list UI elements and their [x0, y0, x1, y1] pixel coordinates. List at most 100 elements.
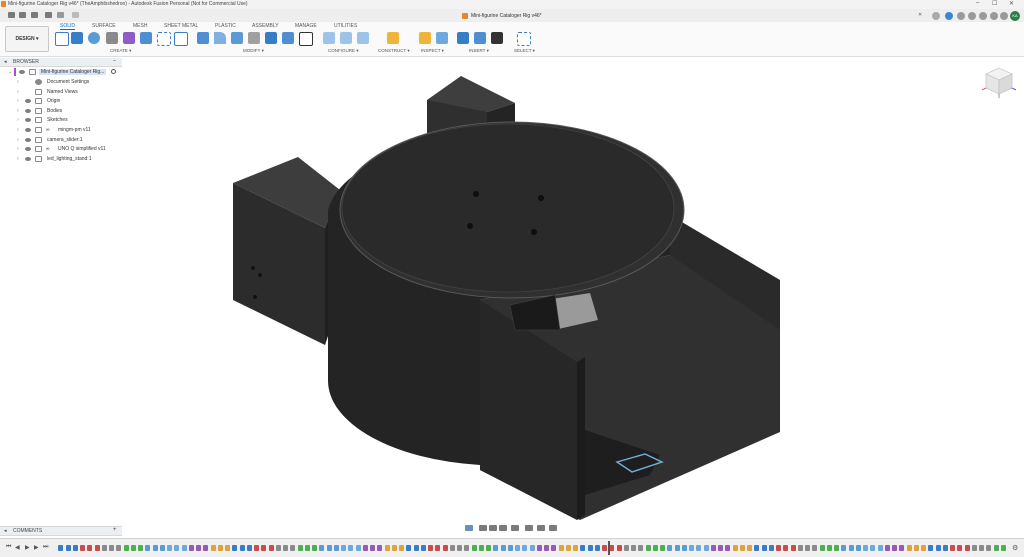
timeline-feature-icon[interactable]: [145, 545, 150, 551]
form-icon[interactable]: [123, 32, 135, 44]
timeline-feature-icon[interactable]: [682, 545, 687, 551]
timeline-feature-icon[interactable]: [472, 545, 477, 551]
timeline-feature-icon[interactable]: [936, 545, 941, 551]
chevron-right-icon[interactable]: ›: [17, 146, 19, 152]
scale-icon[interactable]: [282, 32, 294, 44]
inspect-group-label[interactable]: INSPECT ▾: [421, 48, 444, 54]
timeline-feature-icon[interactable]: [305, 545, 310, 551]
timeline-feature-icon[interactable]: [660, 545, 665, 551]
timeline-feature-icon[interactable]: [530, 545, 535, 551]
bell-icon[interactable]: [1000, 12, 1008, 20]
timeline-feature-icon[interactable]: [950, 545, 955, 551]
model-viewport[interactable]: [122, 56, 1024, 524]
timeline-feature-icon[interactable]: [762, 545, 767, 551]
timeline-feature-icon[interactable]: [290, 545, 295, 551]
user-avatar[interactable]: KA: [1010, 11, 1020, 21]
eye-icon[interactable]: [25, 108, 31, 113]
timeline-feature-icon[interactable]: [653, 545, 658, 551]
select-group-label[interactable]: SELECT ▾: [514, 48, 535, 54]
browser-menu-icon[interactable]: –: [113, 58, 116, 64]
timeline-feature-icon[interactable]: [994, 545, 999, 551]
browser-root-row[interactable]: ⌄ Mini-figurine Cataloger Rig...: [0, 68, 122, 77]
fit-icon[interactable]: [511, 525, 519, 531]
construct-group-label[interactable]: CONSTRUCT ▾: [378, 48, 410, 54]
timeline-feature-icon[interactable]: [704, 545, 709, 551]
timeline-feature-icon[interactable]: [131, 545, 136, 551]
timeline-feature-icon[interactable]: [232, 545, 237, 551]
timeline-feature-icon[interactable]: [508, 545, 513, 551]
revolve-icon[interactable]: [88, 32, 100, 44]
timeline-feature-icon[interactable]: [254, 545, 259, 551]
timeline-feature-icon[interactable]: [588, 545, 593, 551]
file-menu-icon[interactable]: [31, 12, 38, 18]
timeline-feature-icon[interactable]: [225, 545, 230, 551]
timeline-feature-icon[interactable]: [450, 545, 455, 551]
timeline-feature-icon[interactable]: [747, 545, 752, 551]
browser-item[interactable]: › camera_slider:1: [0, 136, 122, 145]
tab-surface[interactable]: SURFACE: [92, 23, 116, 29]
offset-plane-icon[interactable]: [387, 32, 399, 44]
timeline-feature-icon[interactable]: [769, 545, 774, 551]
timeline-feature-icon[interactable]: [791, 545, 796, 551]
notifications-icon[interactable]: [979, 12, 987, 20]
timeline-feature-icon[interactable]: [515, 545, 520, 551]
insert-derive-icon[interactable]: [457, 32, 469, 44]
timeline-feature-icon[interactable]: [878, 545, 883, 551]
display-settings-icon[interactable]: [525, 525, 533, 531]
timeline-feature-icon[interactable]: [298, 545, 303, 551]
timeline-feature-icon[interactable]: [501, 545, 506, 551]
timeline-feature-icon[interactable]: [435, 545, 440, 551]
timeline-feature-icon[interactable]: [80, 545, 85, 551]
collapse-browser-icon[interactable]: ◂: [4, 59, 7, 65]
timeline-feature-icon[interactable]: [696, 545, 701, 551]
browser-item[interactable]: › led_lighting_stand:1: [0, 155, 122, 164]
timeline-feature-icon[interactable]: [711, 545, 716, 551]
timeline-feature-icon[interactable]: [457, 545, 462, 551]
timeline-start-icon[interactable]: ⏮: [6, 544, 11, 551]
configure-table-icon[interactable]: [323, 32, 335, 44]
timeline-feature-icon[interactable]: [334, 545, 339, 551]
timeline-feature-icon[interactable]: [348, 545, 353, 551]
hole-icon[interactable]: [106, 32, 118, 44]
timeline-feature-icon[interactable]: [203, 545, 208, 551]
extensions-icon[interactable]: [945, 12, 953, 20]
timeline-feature-icon[interactable]: [276, 545, 281, 551]
viewports-icon[interactable]: [549, 525, 557, 531]
timeline-feature-icon[interactable]: [885, 545, 890, 551]
timeline-feature-icon[interactable]: [820, 545, 825, 551]
timeline-feature-icon[interactable]: [776, 545, 781, 551]
timeline-feature-icon[interactable]: [870, 545, 875, 551]
document-tab[interactable]: Mini-figurine Cataloger Rig v46*: [462, 11, 542, 21]
timeline-feature-icon[interactable]: [638, 545, 643, 551]
timeline-feature-icon[interactable]: [544, 545, 549, 551]
grid-menu-icon[interactable]: [19, 12, 26, 18]
timeline-feature-icon[interactable]: [624, 545, 629, 551]
timeline-feature-icon[interactable]: [406, 545, 411, 551]
help-icon[interactable]: [990, 12, 998, 20]
timeline-feature-icon[interactable]: [486, 545, 491, 551]
redo-icon[interactable]: [72, 12, 79, 18]
timeline-feature-icon[interactable]: [907, 545, 912, 551]
browser-header[interactable]: ◂ BROWSER –: [0, 58, 122, 67]
new-tab-icon[interactable]: [932, 12, 940, 20]
tab-mesh[interactable]: MESH: [133, 23, 147, 29]
timeline-feature-icon[interactable]: [160, 545, 165, 551]
chevron-right-icon[interactable]: ›: [17, 79, 19, 85]
eye-icon[interactable]: [25, 156, 31, 161]
zoom-icon[interactable]: [499, 525, 507, 531]
timeline-feature-icon[interactable]: [580, 545, 585, 551]
timeline-feature-icon[interactable]: [174, 545, 179, 551]
orbit-icon[interactable]: [465, 525, 473, 531]
browser-item[interactable]: › Named Views: [0, 88, 122, 97]
add-comment-button[interactable]: +: [113, 527, 117, 533]
timeline-feature-icon[interactable]: [841, 545, 846, 551]
timeline-end-icon[interactable]: ⏭: [43, 544, 48, 551]
timeline-feature-icon[interactable]: [312, 545, 317, 551]
timeline-feature-icon[interactable]: [283, 545, 288, 551]
move-icon[interactable]: [299, 32, 313, 46]
timeline-feature-icon[interactable]: [740, 545, 745, 551]
configure-rule-icon[interactable]: [340, 32, 352, 44]
timeline-feature-icon[interactable]: [856, 545, 861, 551]
timeline-feature-icon[interactable]: [73, 545, 78, 551]
timeline-feature-icon[interactable]: [943, 545, 948, 551]
